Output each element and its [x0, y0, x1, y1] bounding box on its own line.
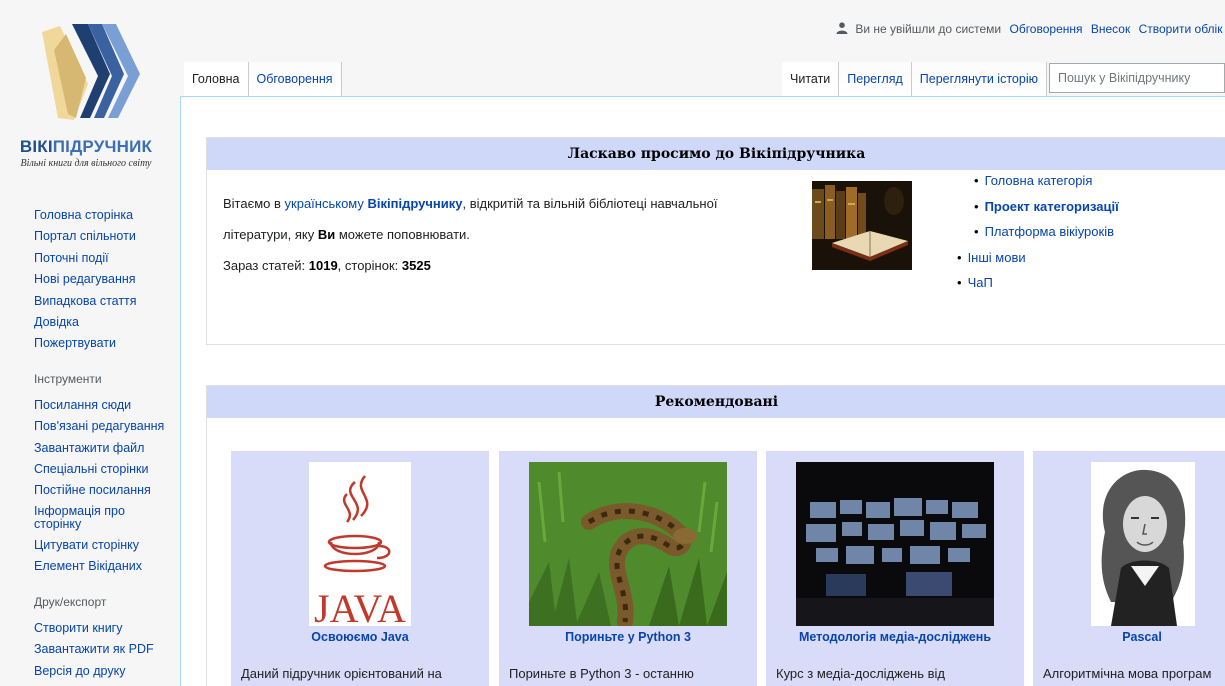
tab-main[interactable]: Головна: [184, 62, 249, 97]
card-desc-python: Пориньте в Python 3 - останню: [509, 666, 694, 681]
pascal-portrait-image: [1091, 462, 1195, 626]
sidebar-item-donate[interactable]: Пожертвувати: [0, 333, 180, 354]
sidebar-item-page-info[interactable]: Інформація про сторінку: [0, 502, 130, 535]
pages-count: 3525: [401, 258, 431, 273]
recommended-box: Рекомендовані JAVA Освоюємо Java Даний п…: [206, 385, 1225, 686]
sidebar-item-upload-file[interactable]: Завантажити файл: [0, 438, 180, 459]
books-logo-icon: [42, 24, 140, 120]
tab-discussion[interactable]: Обговорення: [248, 62, 342, 97]
link-wikilessons-platform[interactable]: Платформа вікіуроків: [985, 224, 1114, 239]
user-icon: [836, 22, 848, 34]
site-logo[interactable]: ВІКІПІДРУЧНИК Вільні книги для вільного …: [0, 0, 180, 190]
card-title-media-research[interactable]: Методологія медіа-досліджень: [766, 630, 1024, 644]
python-snake-image: [529, 462, 727, 626]
card-desc-media-research: Курс з медіа-досліджень від: [776, 666, 945, 681]
control-room-image: [796, 462, 994, 626]
link-faq[interactable]: ЧаП: [968, 275, 993, 290]
welcome-links: • Головна категорія • Проект категоризації…: [957, 173, 1119, 290]
sidebar-item-download-pdf[interactable]: Завантажити як PDF: [0, 639, 180, 660]
old-book-image: [812, 181, 912, 270]
ukrainian-link[interactable]: українському: [285, 196, 364, 211]
contributions-link[interactable]: Внесок: [1091, 22, 1130, 36]
sidebar-item-printable-version[interactable]: Версія до друку: [0, 661, 180, 682]
sidebar-heading-tools: Інструменти: [34, 371, 102, 386]
welcome-heading: Ласкаво просимо до Вікіпідручника: [207, 138, 1225, 170]
tab-history[interactable]: Переглянути історію: [911, 62, 1047, 97]
card-desc-java: Даний підручник орієнтований на: [241, 666, 442, 681]
card-desc-pascal: Алгоритмічна мова програм: [1043, 666, 1212, 681]
sidebar-item-wikidata-item[interactable]: Елемент Вікіданих: [0, 556, 180, 577]
java-logo-image: JAVA: [309, 462, 411, 626]
welcome-box: Ласкаво просимо до Вікіпідручника Вітаєм…: [206, 137, 1225, 345]
sidebar-item-related-changes[interactable]: Пов'язані редагування: [0, 416, 180, 437]
card-media-research[interactable]: Методологія медіа-досліджень Курс з меді…: [766, 451, 1024, 686]
stats-line: Зараз статей: 1019, сторінок: 3525: [223, 258, 431, 273]
welcome-text: Вітаємо в українському Вікіпідручнику, в…: [223, 188, 783, 281]
sidebar-item-recent-changes[interactable]: Нові редагування: [0, 269, 180, 290]
sidebar-item-random-article[interactable]: Випадкова стаття: [0, 291, 180, 312]
sidebar-item-special-pages[interactable]: Спеціальні сторінки: [0, 459, 180, 480]
link-main-category[interactable]: Головна категорія: [985, 173, 1093, 188]
sidebar: Головна сторінка Портал спільноти Поточн…: [0, 205, 180, 682]
tab-view-source[interactable]: Перегляд: [839, 62, 912, 97]
main-content: Ласкаво просимо до Вікіпідручника Вітаєм…: [180, 96, 1225, 686]
recommended-heading: Рекомендовані: [207, 386, 1225, 418]
card-title-java[interactable]: Освоюємо Java: [231, 630, 489, 644]
logo-title: ВІКІПІДРУЧНИК: [19, 137, 153, 156]
sidebar-item-cite-page[interactable]: Цитувати сторінку: [0, 535, 180, 556]
link-categorization-project[interactable]: Проект категоризації: [985, 199, 1119, 214]
sidebar-item-main-page[interactable]: Головна сторінка: [0, 205, 180, 226]
sidebar-item-current-events[interactable]: Поточні події: [0, 248, 180, 269]
card-java[interactable]: JAVA Освоюємо Java Даний підручник орієн…: [231, 451, 489, 686]
sidebar-item-help[interactable]: Довідка: [0, 312, 180, 333]
svg-text:JAVA: JAVA: [314, 586, 406, 626]
tab-read[interactable]: Читати: [782, 62, 840, 97]
search-input[interactable]: Пошук у Вікіпідручнику: [1049, 63, 1225, 93]
namespace-tabs: Головна Обговорення: [184, 62, 342, 97]
sidebar-heading-print: Друк/експорт: [34, 594, 107, 609]
card-title-python[interactable]: Пориньте у Python 3: [499, 630, 757, 644]
card-pascal[interactable]: Pascal Алгоритмічна мова програм: [1033, 451, 1225, 686]
talk-link[interactable]: Обговорення: [1009, 22, 1082, 36]
view-tabs: Читати Перегляд Переглянути історію: [782, 62, 1047, 97]
logo-subtitle: Вільні книги для вільного світу: [20, 158, 152, 169]
personal-tools: Ви не увійшли до системи Обговорення Вне…: [836, 22, 1225, 36]
anon-status: Ви не увійшли до системи: [855, 22, 1002, 36]
sidebar-item-what-links-here[interactable]: Посилання сюди: [0, 395, 180, 416]
wikibooks-link[interactable]: Вікіпідручнику: [368, 196, 463, 211]
sidebar-item-community-portal[interactable]: Портал спільноти: [0, 226, 180, 247]
create-account-link[interactable]: Створити облік: [1139, 22, 1223, 36]
sidebar-item-create-book[interactable]: Створити книгу: [0, 618, 180, 639]
link-other-languages[interactable]: Інші мови: [968, 250, 1026, 265]
card-title-pascal[interactable]: Pascal: [1033, 630, 1225, 644]
card-python[interactable]: Пориньте у Python 3 Пориньте в Python 3 …: [499, 451, 757, 686]
articles-count: 1019: [308, 258, 338, 273]
sidebar-item-permanent-link[interactable]: Постійне посилання: [0, 480, 180, 501]
